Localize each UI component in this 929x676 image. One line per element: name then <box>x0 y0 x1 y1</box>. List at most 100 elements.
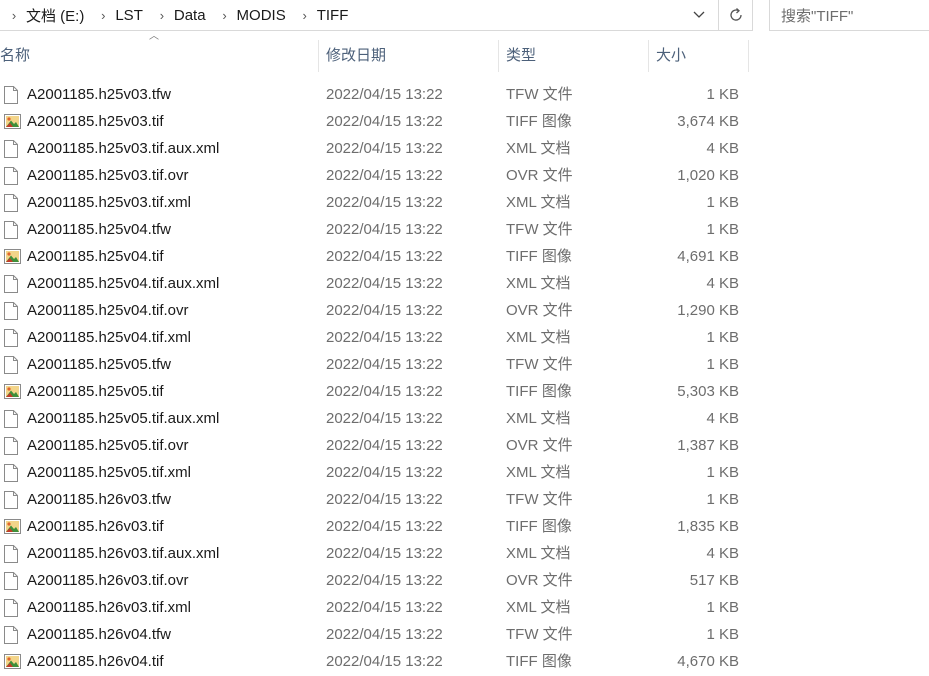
file-row[interactable]: A2001185.h25v05.tfw 2022/04/15 13:22 TFW 文… <box>0 351 750 378</box>
generic-file-icon <box>4 594 21 621</box>
search-input[interactable] <box>779 5 928 27</box>
file-row[interactable]: A2001185.h26v03.tfw 2022/04/15 13:22 TFW 文… <box>0 486 750 513</box>
file-date: 2022/04/15 13:22 <box>326 653 443 670</box>
column-header-type[interactable]: 类型 <box>499 40 649 72</box>
generic-file-icon <box>4 459 21 486</box>
file-row[interactable]: A2001185.h25v05.tif 2022/04/15 13:22 TIFF … <box>0 378 750 405</box>
file-row[interactable]: A2001185.h26v03.tif.xml 2022/04/15 13:22 X… <box>0 594 750 621</box>
file-type: TFW 文件 <box>506 86 573 103</box>
file-type: TFW 文件 <box>506 491 573 508</box>
file-list: A2001185.h25v03.tfw 2022/04/15 13:22 TFW 文… <box>0 81 750 675</box>
file-size: 5,303 KB <box>677 383 739 400</box>
file-row[interactable]: A2001185.h25v04.tif 2022/04/15 13:22 TIFF … <box>0 243 750 270</box>
image-file-icon <box>4 243 21 270</box>
file-date: 2022/04/15 13:22 <box>326 518 443 535</box>
column-header-name[interactable]: ︿ 名称 <box>0 31 319 72</box>
column-headers: ︿ 名称 修改日期 类型 大小 <box>0 31 750 72</box>
file-row[interactable]: A2001185.h25v03.tif.ovr 2022/04/15 13:22 O… <box>0 162 750 189</box>
file-name: A2001185.h25v04.tif.xml <box>27 329 191 346</box>
file-row[interactable]: A2001185.h25v04.tfw 2022/04/15 13:22 TFW 文… <box>0 216 750 243</box>
file-name: A2001185.h25v05.tif.xml <box>27 464 191 481</box>
file-size: 1 KB <box>706 329 739 346</box>
file-date: 2022/04/15 13:22 <box>326 194 443 211</box>
file-row[interactable]: A2001185.h25v04.tif.ovr 2022/04/15 13:22 O… <box>0 297 750 324</box>
file-size: 4,670 KB <box>677 653 739 670</box>
refresh-button[interactable] <box>718 0 753 30</box>
file-size: 1 KB <box>706 221 739 238</box>
breadcrumb-modis[interactable]: MODIS <box>233 7 297 24</box>
file-name: A2001185.h26v03.tif.aux.xml <box>27 545 220 562</box>
file-date: 2022/04/15 13:22 <box>326 383 443 400</box>
file-name: A2001185.h25v05.tif.aux.xml <box>27 410 220 427</box>
file-row[interactable]: A2001185.h26v03.tif.ovr 2022/04/15 13:22 O… <box>0 567 750 594</box>
file-row[interactable]: A2001185.h26v04.tif 2022/04/15 13:22 TIFF … <box>0 648 750 675</box>
generic-file-icon <box>4 216 21 243</box>
file-size: 1,290 KB <box>677 302 739 319</box>
breadcrumb-tiff[interactable]: TIFF <box>313 7 360 24</box>
file-type: OVR 文件 <box>506 572 573 589</box>
file-row[interactable]: A2001185.h25v03.tif.xml 2022/04/15 13:22 X… <box>0 189 750 216</box>
file-row[interactable]: A2001185.h25v03.tfw 2022/04/15 13:22 TFW 文… <box>0 81 750 108</box>
file-date: 2022/04/15 13:22 <box>326 113 443 130</box>
file-size: 3,674 KB <box>677 113 739 130</box>
file-type: TIFF 图像 <box>506 383 572 400</box>
file-date: 2022/04/15 13:22 <box>326 248 443 265</box>
file-name: A2001185.h26v04.tfw <box>27 626 172 643</box>
file-date: 2022/04/15 13:22 <box>326 356 443 373</box>
file-size: 1 KB <box>706 194 739 211</box>
chevron-right-icon[interactable]: › <box>95 8 111 23</box>
file-size: 4 KB <box>706 140 739 157</box>
file-type: OVR 文件 <box>506 437 573 454</box>
file-row[interactable]: A2001185.h26v04.tfw 2022/04/15 13:22 TFW 文… <box>0 621 750 648</box>
generic-file-icon <box>4 405 21 432</box>
generic-file-icon <box>4 189 21 216</box>
file-type: XML 文档 <box>506 329 571 346</box>
file-row[interactable]: A2001185.h26v03.tif 2022/04/15 13:22 TIFF … <box>0 513 750 540</box>
file-row[interactable]: A2001185.h25v05.tif.xml 2022/04/15 13:22 X… <box>0 459 750 486</box>
file-name: A2001185.h25v04.tif.ovr <box>27 302 189 319</box>
chevron-right-icon[interactable]: › <box>297 8 313 23</box>
file-name: A2001185.h26v03.tfw <box>27 491 172 508</box>
chevron-right-icon[interactable]: › <box>6 8 22 23</box>
image-file-icon <box>4 513 21 540</box>
search-box[interactable] <box>769 0 929 31</box>
breadcrumb-drive[interactable]: 文档 (E:) <box>22 5 95 26</box>
generic-file-icon <box>4 540 21 567</box>
file-name: A2001185.h26v04.tif <box>27 653 164 670</box>
file-row[interactable]: A2001185.h25v04.tif.xml 2022/04/15 13:22 X… <box>0 324 750 351</box>
breadcrumb-lst[interactable]: LST <box>111 7 154 24</box>
file-size: 1 KB <box>706 86 739 103</box>
generic-file-icon <box>4 324 21 351</box>
file-date: 2022/04/15 13:22 <box>326 86 443 103</box>
file-row[interactable]: A2001185.h26v03.tif.aux.xml 2022/04/15 13… <box>0 540 750 567</box>
column-header-date[interactable]: 修改日期 <box>319 40 499 72</box>
file-row[interactable]: A2001185.h25v03.tif 2022/04/15 13:22 TIFF … <box>0 108 750 135</box>
generic-file-icon <box>4 162 21 189</box>
column-header-size[interactable]: 大小 <box>649 40 749 72</box>
file-name: A2001185.h25v03.tif.aux.xml <box>27 140 220 157</box>
file-type: XML 文档 <box>506 410 571 427</box>
image-file-icon <box>4 378 21 405</box>
file-row[interactable]: A2001185.h25v05.tif.aux.xml 2022/04/15 13… <box>0 405 750 432</box>
file-row[interactable]: A2001185.h25v04.tif.aux.xml 2022/04/15 13… <box>0 270 750 297</box>
chevron-right-icon[interactable]: › <box>154 8 170 23</box>
file-name: A2001185.h25v05.tfw <box>27 356 172 373</box>
address-toolbar: › 文档 (E:) › LST › Data › MODIS › TIFF <box>0 0 929 33</box>
file-size: 4 KB <box>706 410 739 427</box>
file-row[interactable]: A2001185.h25v05.tif.ovr 2022/04/15 13:22 O… <box>0 432 750 459</box>
breadcrumb-data[interactable]: Data <box>170 7 217 24</box>
chevron-down-icon <box>693 11 705 18</box>
chevron-right-icon[interactable]: › <box>217 8 233 23</box>
file-row[interactable]: A2001185.h25v03.tif.aux.xml 2022/04/15 13… <box>0 135 750 162</box>
file-type: TIFF 图像 <box>506 518 572 535</box>
address-bar[interactable]: › 文档 (E:) › LST › Data › MODIS › TIFF <box>0 0 753 31</box>
file-size: 1,020 KB <box>677 167 739 184</box>
column-header-date-label: 修改日期 <box>326 47 387 64</box>
file-size: 1,835 KB <box>677 518 739 535</box>
file-type: XML 文档 <box>506 140 571 157</box>
file-date: 2022/04/15 13:22 <box>326 221 443 238</box>
generic-file-icon <box>4 486 21 513</box>
file-size: 4,691 KB <box>677 248 739 265</box>
address-history-dropdown[interactable] <box>684 0 714 30</box>
file-type: TFW 文件 <box>506 356 573 373</box>
